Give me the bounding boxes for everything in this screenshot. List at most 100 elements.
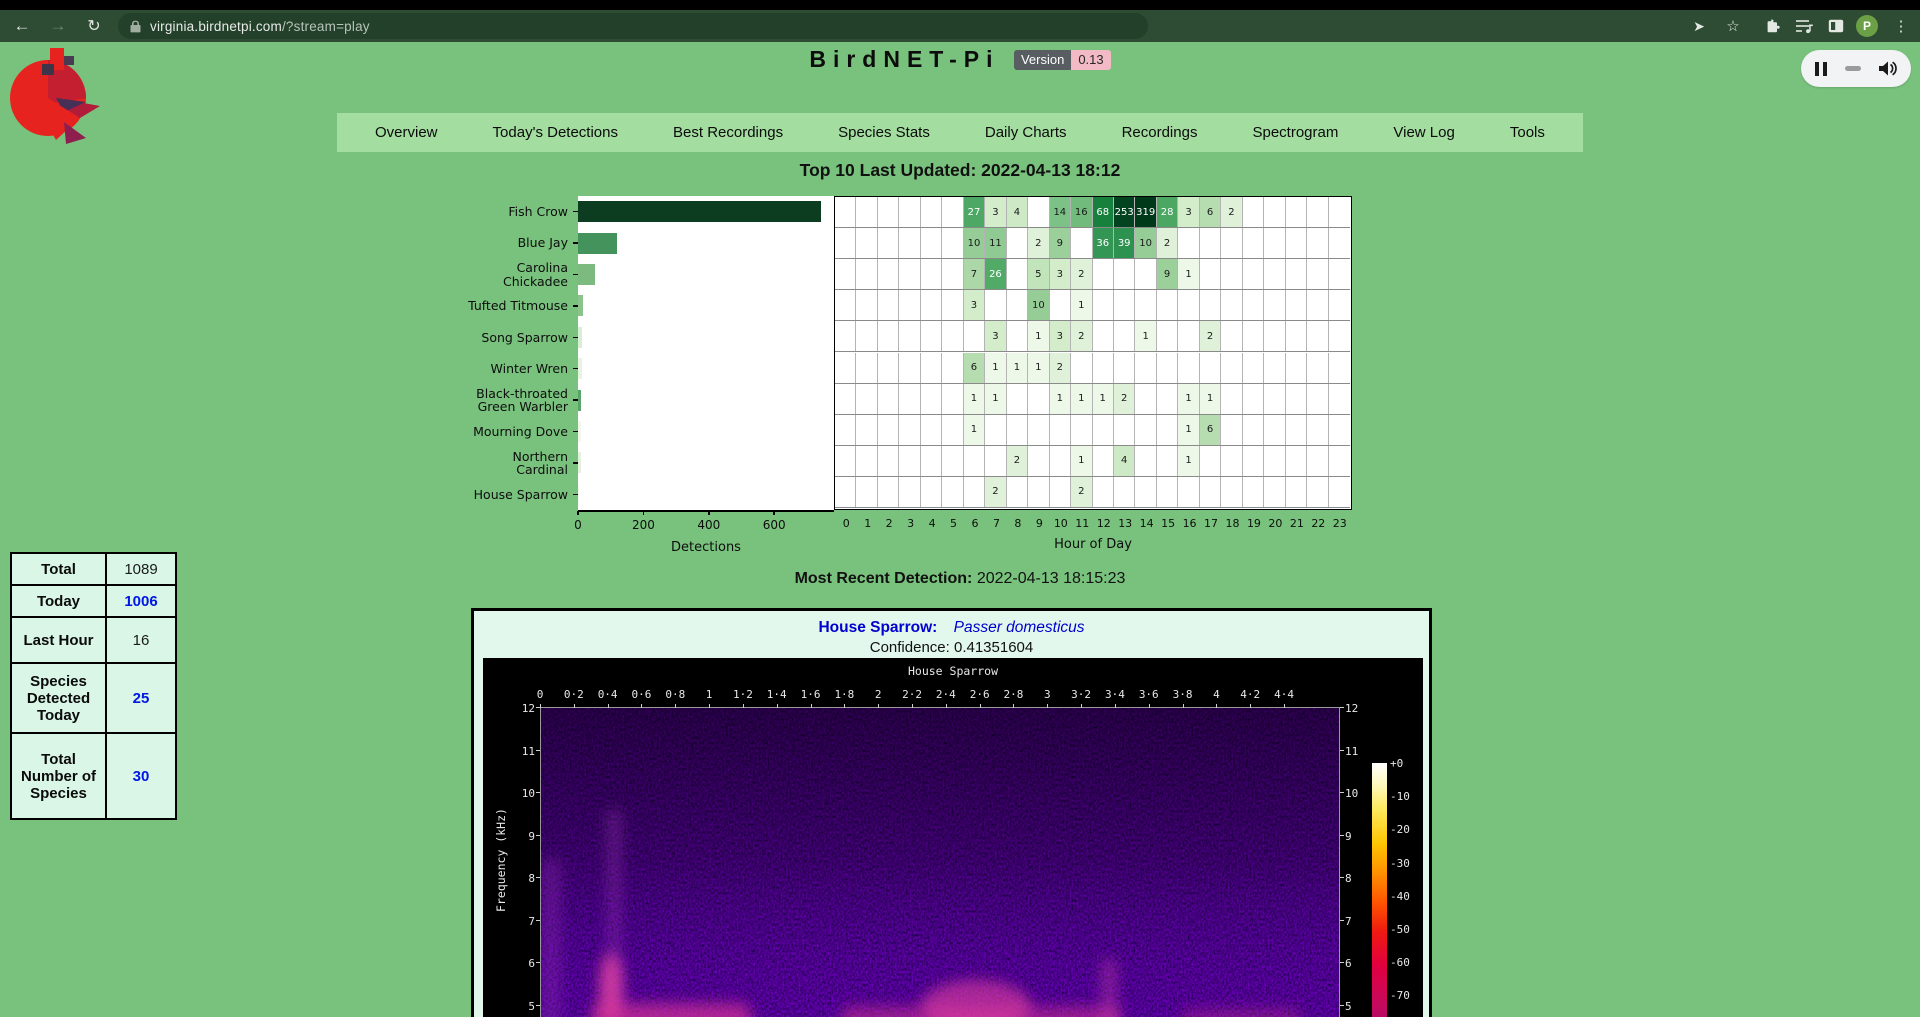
detection-common-name[interactable]: House Sparrow: <box>818 619 937 636</box>
heatmap-cell <box>921 259 942 289</box>
heatmap-cell <box>1007 477 1028 507</box>
heatmap-cell <box>1135 415 1156 445</box>
species-axis-tick <box>573 368 578 370</box>
spectrogram-time-tickmark <box>1250 704 1251 708</box>
spectrogram-freq-tickmark-right <box>1340 920 1344 921</box>
bar-axis-tick-label: 400 <box>689 518 729 532</box>
stats-value[interactable]: 30 <box>106 733 176 819</box>
heatmap-cell <box>1221 415 1242 445</box>
spectrogram-time-tickmark <box>743 704 744 708</box>
heatmap-cell <box>921 290 942 320</box>
stats-value[interactable]: 25 <box>106 663 176 733</box>
hour-axis-tick-label: 15 <box>1157 517 1179 530</box>
spectrogram-time-tickmark <box>1216 704 1217 708</box>
spectrogram-time-tick: 4·2 <box>1233 688 1267 701</box>
spectrogram-time-tickmark <box>878 704 879 708</box>
heatmap-cell: 1 <box>1178 384 1199 414</box>
heatmap-cell <box>878 384 899 414</box>
heatmap-cell <box>1243 477 1264 507</box>
colorbar-tick: -10 <box>1390 790 1410 803</box>
hour-axis-tick-label: 8 <box>1007 517 1029 530</box>
heatmap-cell: 3 <box>964 290 985 320</box>
spectrogram-time-tick: 2·2 <box>895 688 929 701</box>
heatmap-cell <box>835 228 856 258</box>
heatmap-cell: 3 <box>1178 197 1199 227</box>
hour-axis-tick-label: 18 <box>1221 517 1243 530</box>
stats-value-link[interactable]: 30 <box>133 768 150 785</box>
heatmap-row: 2141 <box>835 446 1350 477</box>
heatmap-cell: 28 <box>1157 197 1178 227</box>
spectrogram-freq-tickmark-right <box>1340 792 1344 793</box>
spectrogram-time-tickmark <box>980 704 981 708</box>
species-axis-tick <box>573 494 578 496</box>
spectrogram-freq-tickmark <box>536 962 540 963</box>
spectrogram-time-tickmark <box>844 704 845 708</box>
spectrogram-freq-tickmark-right <box>1340 750 1344 751</box>
heatmap-cell <box>921 321 942 351</box>
heatmap-cell <box>1264 290 1285 320</box>
spectrogram-freq-tickmark-right <box>1340 707 1344 708</box>
heatmap-cell <box>942 353 963 383</box>
heatmap-cell <box>1114 259 1135 289</box>
heatmap-cell <box>1200 477 1221 507</box>
heatmap-cell <box>985 415 1006 445</box>
stats-value[interactable]: 1006 <box>106 585 176 617</box>
hour-axis-tick-label: 3 <box>900 517 922 530</box>
heatmap-cell <box>1307 259 1328 289</box>
species-axis-tick <box>573 399 578 401</box>
spectrogram-time-tick: 0·6 <box>624 688 658 701</box>
bar-axis-tick-label: 600 <box>754 518 794 532</box>
species-axis-tick <box>573 337 578 339</box>
heatmap-cell: 2 <box>1071 477 1092 507</box>
heatmap-cell <box>1135 290 1156 320</box>
heatmap-cell: 6 <box>1200 197 1221 227</box>
spectrogram-time-tick: 3·4 <box>1098 688 1132 701</box>
stats-value-link[interactable]: 25 <box>133 690 150 707</box>
heatmap-cell: 3 <box>1050 259 1071 289</box>
heatmap-cell <box>1093 446 1114 476</box>
species-axis-tick <box>573 274 578 276</box>
heatmap-row: 22 <box>835 477 1350 508</box>
heatmap-cell <box>1200 353 1221 383</box>
species-axis-tick <box>573 242 578 244</box>
heatmap-cell <box>1157 384 1178 414</box>
heatmap-cell: 3 <box>1050 321 1071 351</box>
heatmap-cell <box>878 259 899 289</box>
heatmap-cell: 6 <box>1200 415 1221 445</box>
heatmap-cell <box>878 446 899 476</box>
heatmap-cell: 14 <box>1050 197 1071 227</box>
heatmap-cell <box>1028 384 1049 414</box>
heatmap-cell <box>1307 353 1328 383</box>
heatmap-cell: 2 <box>1071 321 1092 351</box>
heatmap-cell <box>1028 477 1049 507</box>
hourly-heatmap: 2734141668253319283621011293639102726532… <box>834 196 1352 510</box>
heatmap-cell: 5 <box>1028 259 1049 289</box>
spectrogram-freq-tick: 10 <box>511 787 535 800</box>
spectrogram-time-tickmark <box>1013 704 1014 708</box>
stats-value: 16 <box>106 617 176 663</box>
spectrogram-time-tick: 2·8 <box>996 688 1030 701</box>
spectrogram-freq-tick: 6 <box>511 957 535 970</box>
heatmap-cell <box>856 446 877 476</box>
heatmap-cell <box>1200 446 1221 476</box>
stats-value-link[interactable]: 1006 <box>124 593 157 610</box>
bar-axis-tick-label: 200 <box>623 518 663 532</box>
heatmap-cell <box>878 353 899 383</box>
heatmap-cell <box>1157 290 1178 320</box>
heatmap-cell <box>1329 228 1350 258</box>
spectrogram-time-tick: 1·8 <box>827 688 861 701</box>
species-label: Mourning Dove <box>368 425 568 439</box>
spectrogram-time-tickmark <box>912 704 913 708</box>
heatmap-cell <box>921 446 942 476</box>
heatmap-cell <box>856 290 877 320</box>
detection-scientific-name[interactable]: Passer domesticus <box>954 619 1085 636</box>
species-label: Fish Crow <box>368 205 568 219</box>
heatmap-cell <box>1243 353 1264 383</box>
heatmap-cell <box>1243 228 1264 258</box>
heatmap-cell <box>942 259 963 289</box>
bar-axis-line <box>578 510 834 512</box>
heatmap-cell <box>899 290 920 320</box>
heatmap-cell: 2 <box>1007 446 1028 476</box>
spectrogram-time-tickmark <box>641 704 642 708</box>
species-label: Black-throated Green Warbler <box>368 387 568 414</box>
